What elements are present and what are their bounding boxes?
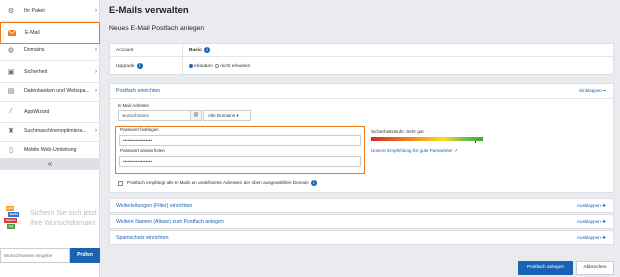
- deny-radio[interactable]: [215, 63, 220, 68]
- chevron-right-icon: ›: [95, 68, 97, 75]
- sidebar-item-label: Domains: [24, 46, 45, 53]
- upgrade-label: Upgrade: [116, 64, 135, 69]
- trophy-icon: ♜: [7, 127, 15, 135]
- password-input[interactable]: ••••••••••••••••••: [119, 135, 361, 146]
- domain-badge-icon: web .berlin .bayern .rep: [4, 204, 26, 232]
- sidebar-item-label: Suchmaschinenoptimiera...: [24, 127, 87, 134]
- wand-icon: ⁄: [10, 108, 12, 115]
- sidebar-item-domains[interactable]: ◍ Domains ›: [0, 39, 100, 61]
- collapse-label: Einklappen: [579, 88, 602, 93]
- mobile-icon: ▯: [9, 146, 13, 154]
- expand-label: Ausklappen: [576, 235, 601, 240]
- domain-promo: web .berlin .bayern .rep Sichern Sie sic…: [0, 200, 100, 244]
- accordion-title: Weiterleitungen (Filter) einrichten: [116, 203, 193, 209]
- accordion-spam[interactable]: Spamschutz einrichten Ausklappen ✚: [109, 230, 614, 245]
- upgrade-options: erlauben nicht erlauben: [189, 58, 250, 76]
- mailbox-heading: Postfach einrichten: [116, 88, 161, 94]
- info-icon[interactable]: i: [136, 62, 143, 69]
- expand-link[interactable]: Ausklappen ✚: [577, 219, 606, 225]
- badge-word: .berlin: [8, 212, 20, 217]
- envelope-icon: [7, 28, 17, 38]
- password-strength-indicator: [475, 141, 477, 143]
- account-label: Account: [116, 48, 134, 53]
- globe-icon: ◍: [7, 46, 15, 54]
- account-value: Basic i: [189, 44, 211, 57]
- allow-radio[interactable]: [189, 63, 193, 68]
- badge-word: .rep: [7, 224, 15, 229]
- mailbox-setup-panel: Postfach einrichten Einklappen ━ E-Mail …: [109, 83, 614, 193]
- email-address-label: E-Mail Adresse: [118, 103, 149, 108]
- expand-link[interactable]: Ausklappen ✚: [577, 203, 606, 209]
- plus-icon: ✚: [602, 203, 606, 208]
- section-title: Neues E-Mail Postfach anlegen: [109, 25, 205, 32]
- page-title: E-Mails verwalten: [109, 5, 189, 16]
- sidebar-collapse-button[interactable]: «: [0, 158, 100, 170]
- catchall-label: Postfach empfängt alle E-Mails an undefi…: [127, 180, 317, 186]
- sidebar-item-label: Datenbanken und Webspa...: [24, 87, 90, 94]
- password-label: Passwort festlegen: [120, 127, 159, 132]
- sidebar-item-package[interactable]: ⚙ Ihr Paket ›: [0, 0, 100, 22]
- domain-select-value: Alle Domains: [208, 113, 236, 118]
- password-strength-meter: [371, 137, 483, 141]
- sidebar-item-label: E-Mail: [25, 30, 40, 36]
- minus-icon: ━: [603, 88, 606, 93]
- info-icon[interactable]: i: [204, 46, 211, 53]
- badge-word: .bayern: [4, 218, 17, 223]
- external-link-icon: ↗: [454, 148, 458, 153]
- password-strength-label: Sicherheitsstufe: Sehr gut: [371, 129, 424, 134]
- plus-icon: ✚: [602, 219, 606, 224]
- chevron-right-icon: ›: [95, 7, 97, 14]
- chevron-down-icon: ▾: [236, 113, 239, 118]
- sidebar-item-databases[interactable]: ▤ Datenbanken und Webspa... ›: [0, 80, 100, 102]
- sidebar-item-label: AppWizard: [24, 108, 50, 115]
- chevron-right-icon: ›: [95, 87, 97, 94]
- sidebar-item-label: Sicherheit: [24, 68, 48, 75]
- accordion-title: Weitere Namen (Aliase) zum Postfach anle…: [116, 219, 224, 225]
- accordion-aliases[interactable]: Weitere Namen (Aliase) zum Postfach anle…: [109, 214, 614, 229]
- password-recommendation-link[interactable]: Unsere Empfehlung für gute Passwörter ↗: [371, 148, 458, 154]
- package-icon: ⚙: [7, 7, 15, 15]
- badge-word: web: [6, 206, 14, 211]
- promo-text: Sichern Sie sich jetzt Ihre Wunschdomain…: [30, 208, 97, 227]
- expand-label: Ausklappen: [576, 219, 601, 224]
- chevron-right-icon: ›: [95, 127, 97, 134]
- expand-link[interactable]: Ausklappen ✚: [577, 235, 606, 241]
- database-icon: ▤: [7, 87, 15, 95]
- upgrade-row: Upgrade i erlauben nicht erlauben: [110, 58, 615, 76]
- catchall-checkbox[interactable]: [118, 181, 123, 186]
- upgrade-label-wrap: Upgrade i: [116, 58, 143, 76]
- cancel-button[interactable]: Abbrechen: [576, 261, 614, 275]
- account-row: Account Basic i: [110, 44, 615, 57]
- main-content: E-Mails verwalten Neues E-Mail Postfach …: [107, 0, 620, 277]
- catchall-text: Postfach empfängt alle E-Mails an undefi…: [127, 180, 309, 186]
- password-repeat-label: Passwort wiederholen: [120, 148, 165, 153]
- domain-check-button[interactable]: Prüfen: [70, 248, 100, 263]
- sidebar: ⚙ Ihr Paket › E-Mail ◍ Domains › ▣ Siche…: [0, 0, 100, 277]
- account-plan: Basic: [189, 48, 202, 53]
- email-local-part-input[interactable]: wunschname: [118, 110, 191, 121]
- account-info-panel: Account Basic i Upgrade i erlauben nicht…: [109, 43, 615, 76]
- recommendation-text: Unsere Empfehlung für gute Passwörter: [371, 148, 453, 153]
- mailbox-panel-header[interactable]: Postfach einrichten Einklappen ━: [110, 84, 613, 99]
- sidebar-item-label: Mobile Web-Umleitung: [24, 146, 77, 153]
- allow-label: erlauben: [194, 64, 213, 69]
- chevron-right-icon: ›: [95, 46, 97, 53]
- info-icon[interactable]: i: [310, 180, 317, 186]
- create-mailbox-button[interactable]: Postfach anlegen: [518, 261, 573, 275]
- password-repeat-input[interactable]: ••••••••••••••••••: [119, 156, 361, 167]
- at-sign: @: [191, 110, 202, 121]
- sidebar-item-label: Ihr Paket: [24, 7, 45, 14]
- domain-select[interactable]: Alle Domains ▾: [203, 110, 251, 121]
- domain-search-input[interactable]: [0, 248, 70, 263]
- accordion-title: Spamschutz einrichten: [116, 235, 169, 241]
- accordion-forwarding[interactable]: Weiterleitungen (Filter) einrichten Ausk…: [109, 198, 614, 213]
- deny-label: nicht erlauben: [220, 64, 251, 69]
- expand-label: Ausklappen: [576, 203, 601, 208]
- plus-icon: ✚: [602, 235, 606, 240]
- collapse-link[interactable]: Einklappen ━: [579, 88, 606, 94]
- domain-search: Prüfen: [0, 248, 100, 263]
- shield-icon: ▣: [7, 68, 15, 76]
